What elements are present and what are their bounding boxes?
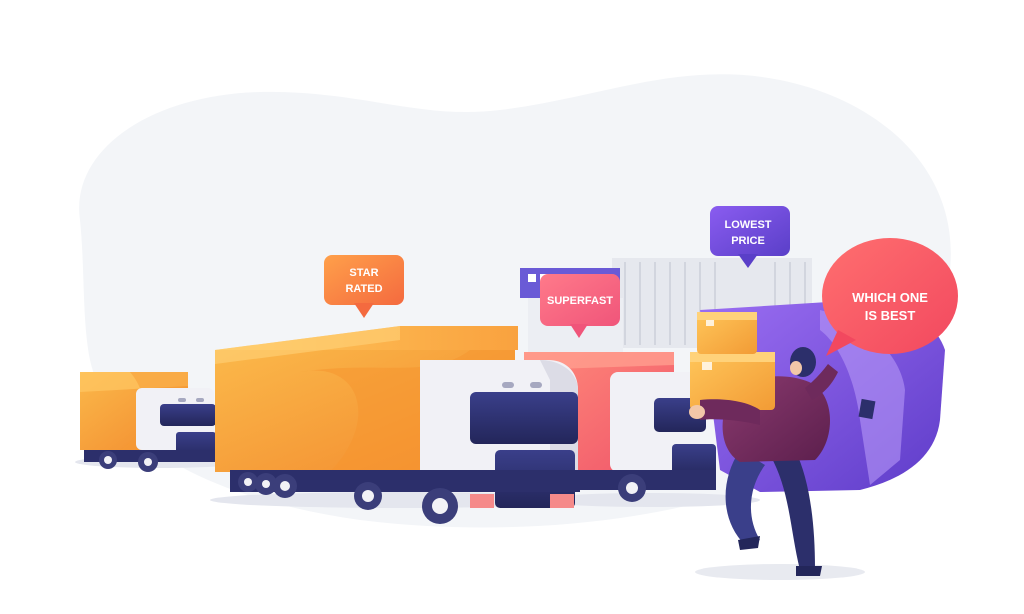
star-rated-label-line1: STAR [349, 267, 378, 279]
which-one-label-line2: IS BEST [865, 308, 916, 323]
lowest-price-label-line2: PRICE [731, 235, 765, 247]
illustration: STAR RATED SUPERFAST LOWEST PRICE WHICH … [75, 74, 958, 580]
which-one-label-line1: WHICH ONE [852, 290, 928, 305]
lowest-price-label-line1: LOWEST [724, 219, 771, 231]
star-rated-label-line2: RATED [345, 283, 382, 295]
superfast-label: SUPERFAST [547, 295, 613, 307]
